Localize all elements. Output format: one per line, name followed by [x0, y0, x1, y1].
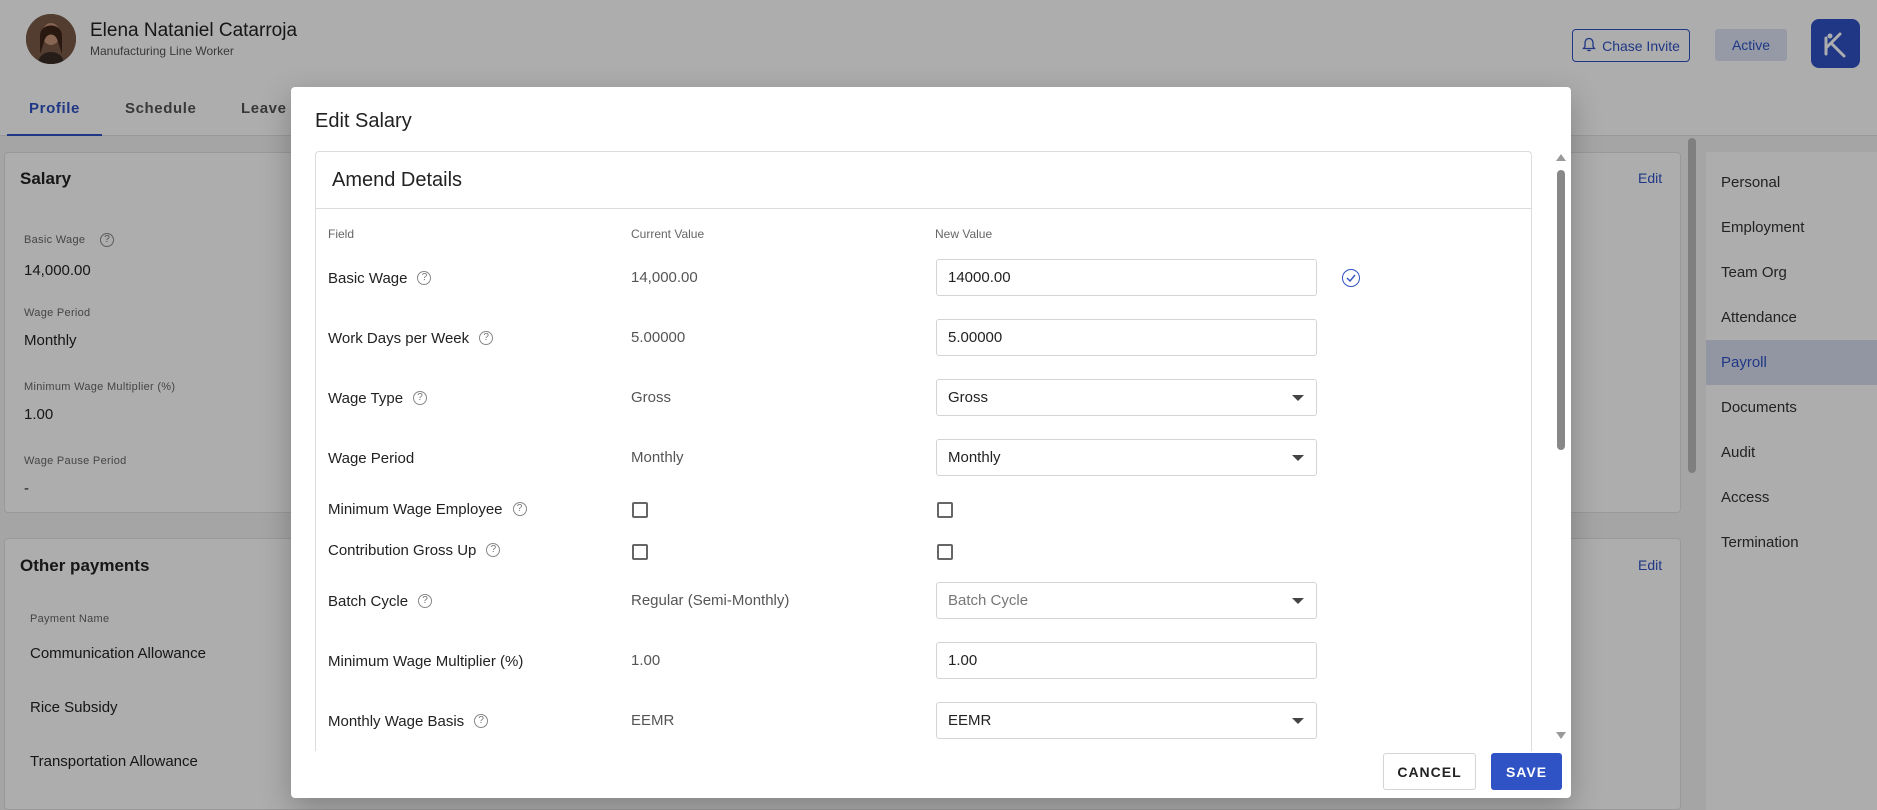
scroll-down-arrow-icon[interactable] [1556, 732, 1566, 739]
check-circle-icon [1342, 269, 1360, 287]
row-label-text: Minimum Wage Employee [328, 500, 503, 518]
current-value: 14,000.00 [631, 269, 698, 286]
select-placeholder: Batch Cycle [948, 592, 1029, 609]
wage-type-select[interactable]: Gross [936, 379, 1317, 416]
help-icon[interactable]: ? [418, 594, 433, 608]
amend-details-panel: Amend Details Field Current Value New Va… [315, 151, 1532, 751]
row-label-monthly-wage-basis: Monthly Wage Basis ? [328, 711, 489, 731]
current-value: Gross [631, 389, 672, 406]
help-icon[interactable]: ? [479, 331, 494, 345]
select-value: Monthly [948, 449, 1001, 466]
help-icon[interactable]: ? [417, 271, 432, 285]
row-label-min-wage-multiplier: Minimum Wage Multiplier (%) [328, 651, 523, 671]
basic-wage-input[interactable]: 14000.00 [936, 259, 1317, 296]
column-header-field: Field [328, 227, 355, 241]
min-wage-employee-checkbox[interactable] [937, 502, 953, 518]
dialog-title: Edit Salary [315, 110, 412, 132]
caret-down-icon [1292, 718, 1304, 724]
select-value: EEMR [948, 712, 992, 729]
dialog-scrollbar-thumb[interactable] [1557, 170, 1565, 450]
work-days-input[interactable]: 5.00000 [936, 319, 1317, 356]
monthly-wage-basis-select[interactable]: EEMR [936, 702, 1317, 739]
row-label-text: Batch Cycle [328, 592, 409, 610]
help-icon[interactable]: ? [486, 543, 501, 557]
row-label-work-days: Work Days per Week ? [328, 328, 494, 348]
cancel-button[interactable]: CANCEL [1383, 753, 1476, 790]
column-header-current: Current Value [631, 227, 705, 241]
row-label-contribution-gross-up: Contribution Gross Up ? [328, 540, 501, 560]
batch-cycle-select[interactable]: Batch Cycle [936, 582, 1317, 619]
row-label-text: Monthly Wage Basis [328, 712, 465, 730]
help-icon[interactable]: ? [512, 502, 527, 516]
current-value: 5.00000 [631, 329, 686, 346]
current-value: Monthly [631, 449, 684, 466]
help-icon[interactable]: ? [474, 714, 489, 728]
column-header-new: New Value [935, 227, 993, 241]
help-icon[interactable]: ? [413, 391, 428, 405]
save-button[interactable]: SAVE [1491, 753, 1562, 790]
current-checkbox [632, 502, 648, 518]
current-value: Regular (Semi-Monthly) [631, 592, 790, 609]
select-value: Gross [948, 389, 989, 406]
row-label-text: Work Days per Week [328, 329, 470, 347]
row-label-wage-period: Wage Period [328, 448, 414, 468]
row-label-batch-cycle: Batch Cycle ? [328, 591, 433, 611]
row-label-text: Minimum Wage Multiplier (%) [328, 652, 524, 670]
caret-down-icon [1292, 598, 1304, 604]
current-value: 1.00 [631, 652, 661, 669]
current-value: EEMR [631, 712, 675, 729]
row-label-text: Wage Type [328, 389, 404, 407]
edit-salary-dialog: Edit Salary Amend Details Field Current … [291, 87, 1571, 798]
amend-details-header: Amend Details [316, 152, 1531, 209]
row-label-min-wage-employee: Minimum Wage Employee ? [328, 499, 527, 519]
row-label-text: Wage Period [328, 449, 415, 467]
scroll-up-arrow-icon[interactable] [1556, 154, 1566, 161]
wage-period-select[interactable]: Monthly [936, 439, 1317, 476]
row-label-text: Basic Wage [328, 269, 408, 287]
row-label-basic-wage: Basic Wage ? [328, 268, 432, 288]
row-label-wage-type: Wage Type ? [328, 388, 428, 408]
min-wage-multiplier-input[interactable]: 1.00 [936, 642, 1317, 679]
current-checkbox [632, 544, 648, 560]
contribution-gross-up-checkbox[interactable] [937, 544, 953, 560]
row-label-text: Contribution Gross Up [328, 541, 477, 559]
amend-details-title: Amend Details [332, 169, 463, 191]
caret-down-icon [1292, 395, 1304, 401]
caret-down-icon [1292, 455, 1304, 461]
